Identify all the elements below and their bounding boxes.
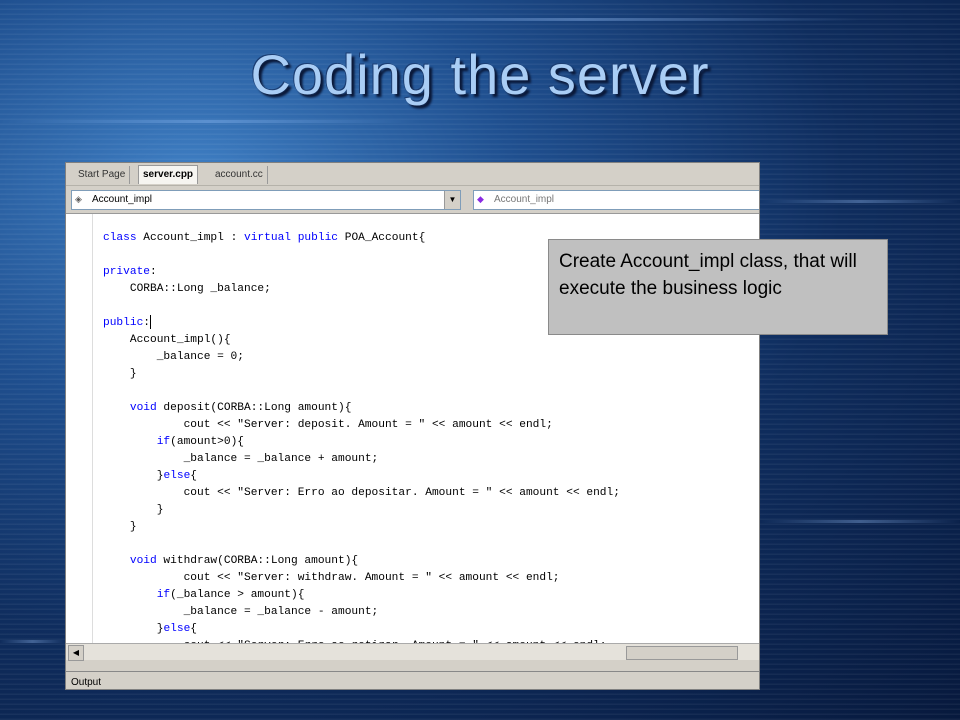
keyword: void: [129, 555, 157, 567]
code-line: if(amount>0){: [156, 436, 245, 448]
code-line: }: [103, 521, 137, 533]
keyword: else: [163, 623, 191, 635]
code-line: private:: [103, 266, 157, 278]
tab-server-cpp[interactable]: server.cpp: [138, 165, 199, 184]
keyword: else: [163, 470, 191, 482]
annotation-callout: Create Account_impl class, that will exe…: [548, 239, 888, 335]
code-line: _balance = _balance - amount;: [103, 606, 379, 618]
horizontal-scrollbar[interactable]: ◀: [66, 643, 759, 661]
keyword: public: [103, 317, 144, 329]
text-caret: [150, 315, 152, 330]
keyword: class: [103, 232, 137, 244]
slide-title: Coding the server: [250, 43, 710, 106]
code-line: CORBA::Long _balance;: [103, 283, 271, 295]
code-line: cout << "Server: deposit. Amount = " << …: [103, 419, 553, 431]
background-streak: [760, 520, 960, 523]
code-line: }: [103, 368, 137, 380]
code-line: public:: [103, 315, 152, 330]
tab-start-page[interactable]: Start Page: [74, 166, 131, 184]
keyword: if: [156, 589, 171, 601]
background-streak: [0, 120, 420, 123]
keyword: public: [297, 232, 339, 244]
output-panel-header[interactable]: Output: [66, 671, 759, 689]
chevron-down-icon[interactable]: ▼: [444, 191, 460, 209]
code-line: Account_impl(){: [103, 334, 231, 346]
tab-account-cc[interactable]: account.cc: [211, 166, 268, 184]
code-line: _balance = 0;: [103, 351, 244, 363]
scroll-left-icon[interactable]: ◀: [68, 645, 84, 661]
code-line: class Account_impl : virtual public POA_…: [103, 232, 426, 244]
member-dropdown[interactable]: ◆ Account_impl: [473, 190, 759, 210]
code-line: void deposit(CORBA::Long amount){: [129, 402, 352, 414]
code-line: _balance = _balance + amount;: [103, 453, 379, 465]
code-line: void withdraw(CORBA::Long amount){: [129, 555, 359, 567]
member-dropdown-value: Account_impl: [494, 194, 555, 205]
code-block: class Account_impl : virtual public POA_…: [103, 230, 620, 655]
class-dropdown-value: Account_impl: [92, 194, 153, 205]
method-icon: ◆: [477, 194, 484, 204]
code-line: }else{: [103, 623, 198, 635]
keyword: virtual: [244, 232, 291, 244]
code-line: cout << "Server: Erro ao depositar. Amou…: [103, 487, 620, 499]
class-icon: ◈: [75, 194, 82, 204]
keyword: if: [156, 436, 171, 448]
code-line: cout << "Server: withdraw. Amount = " <<…: [103, 572, 560, 584]
keyword: void: [129, 402, 157, 414]
code-line: }: [103, 504, 164, 516]
code-line: }else{: [103, 470, 198, 482]
background-streak: [300, 18, 860, 21]
line-gutter: [66, 214, 93, 644]
keyword: private: [103, 266, 150, 278]
background-streak: [0, 640, 65, 643]
background-streak: [760, 200, 960, 203]
output-label: Output: [71, 677, 102, 688]
scroll-thumb[interactable]: [626, 646, 738, 660]
navigation-bar: ◈ Account_impl ▼ ◆ Account_impl: [66, 187, 759, 211]
class-dropdown[interactable]: ◈ Account_impl ▼: [71, 190, 461, 210]
editor-tab-bar: Start Page server.cpp account.cc: [66, 163, 759, 186]
code-line: if(_balance > amount){: [156, 589, 305, 601]
